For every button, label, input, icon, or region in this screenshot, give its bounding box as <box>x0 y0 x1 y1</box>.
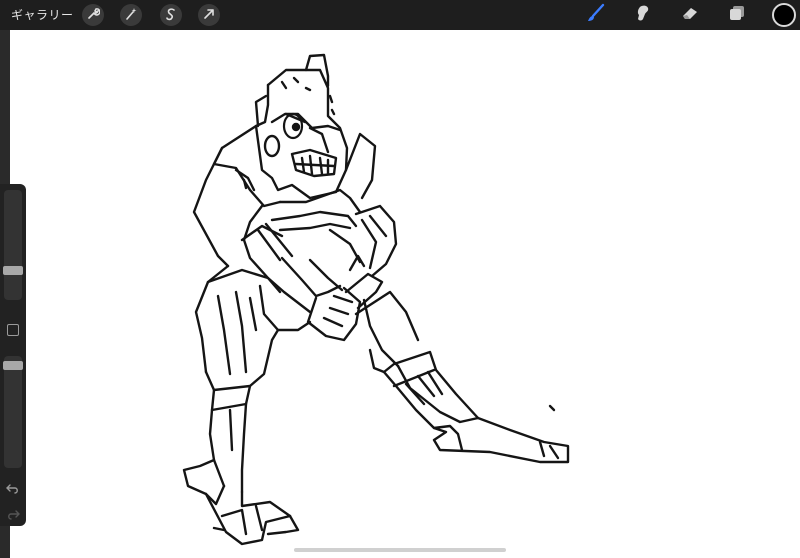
actions-button[interactable] <box>82 4 104 26</box>
eraser-tool-button[interactable] <box>678 3 702 27</box>
gallery-button[interactable]: ギャラリー <box>11 6 74 24</box>
brush-size-slider[interactable] <box>4 190 22 300</box>
left-sidebar <box>0 184 26 526</box>
opacity-slider[interactable] <box>4 356 22 468</box>
adjustments-button[interactable] <box>120 4 142 26</box>
eraser-icon <box>680 3 700 27</box>
selection-button[interactable] <box>160 4 182 26</box>
wrench-icon <box>86 6 101 25</box>
layers-icon <box>727 3 747 27</box>
arrow-cursor-icon <box>202 6 216 25</box>
undo-button[interactable] <box>6 480 20 494</box>
modify-button[interactable] <box>7 324 19 336</box>
brush-icon <box>586 3 606 27</box>
layers-button[interactable] <box>725 3 749 27</box>
selection-s-icon <box>164 6 178 25</box>
redo-icon <box>8 510 20 520</box>
magic-wand-icon <box>124 6 138 25</box>
transform-button[interactable] <box>198 4 220 26</box>
brush-tool-button[interactable] <box>584 3 608 27</box>
character-sketch <box>182 53 570 546</box>
opacity-slider-thumb[interactable] <box>3 361 23 371</box>
drawing-canvas[interactable] <box>10 30 800 558</box>
top-toolbar: ギャラリー <box>0 0 800 30</box>
brush-size-slider-thumb[interactable] <box>3 265 23 275</box>
color-picker-button[interactable] <box>772 3 796 27</box>
home-indicator <box>294 548 506 552</box>
smudge-tool-button[interactable] <box>631 3 655 27</box>
redo-button[interactable] <box>6 506 20 520</box>
smudge-icon <box>633 3 653 27</box>
undo-icon <box>6 484 18 494</box>
